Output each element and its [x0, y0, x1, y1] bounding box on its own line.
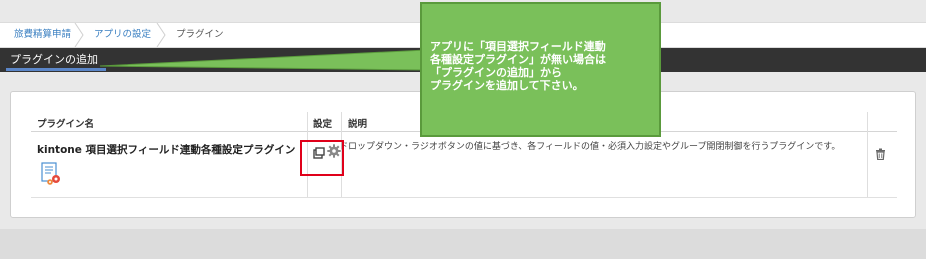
active-tab-indicator — [6, 68, 106, 71]
breadcrumb-item-app-settings[interactable]: アプリの設定 — [94, 23, 151, 47]
callout-text: アプリに「項目選択フィールド連動 各種設定プラグイン」が無い場合は 「プラグイン… — [430, 40, 606, 92]
plugin-description: ドロップダウン・ラジオボタンの値に基づき、各フィールドの値・必須入力設定やグルー… — [339, 142, 841, 152]
trash-icon[interactable] — [875, 145, 886, 164]
plugin-name: kintone 項目選択フィールド連動各種設定プラグイン — [37, 144, 296, 156]
plugin-logo-icon — [41, 162, 63, 186]
chevron-right-icon — [72, 23, 86, 47]
chevron-right-icon — [154, 23, 168, 47]
breadcrumb-item-plugin: プラグイン — [176, 29, 224, 40]
settings-highlight-box — [300, 140, 344, 176]
breadcrumb-item-app[interactable]: 旅費精算申請 — [14, 23, 71, 47]
table-row: kintone 項目選択フィールド連動各種設定プラグイン ドロップダウン・ラジオ… — [31, 132, 897, 198]
footer-area — [0, 229, 926, 259]
instruction-callout: アプリに「項目選択フィールド連動 各種設定プラグイン」が無い場合は 「プラグイン… — [420, 2, 661, 137]
